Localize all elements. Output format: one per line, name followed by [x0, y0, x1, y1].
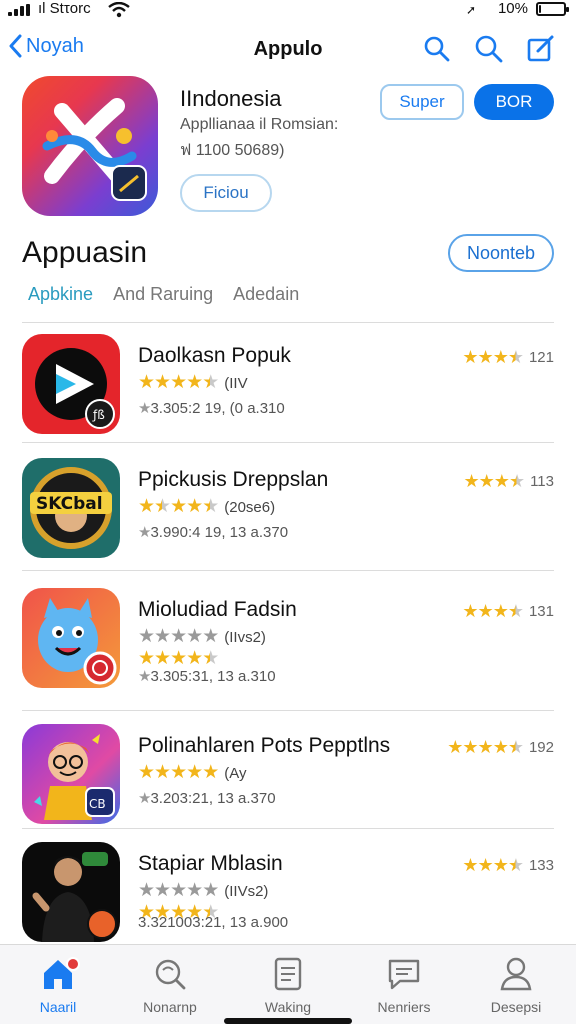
battery-fill	[539, 5, 541, 13]
rating-count: 121	[528, 348, 554, 366]
divider	[22, 322, 554, 323]
see-all-button[interactable]: Noonteb	[448, 234, 554, 272]
featured-app-subtitle: Appllianaa il Romsian:	[180, 116, 339, 133]
tab-details[interactable]: Adedain	[233, 284, 299, 305]
tab-label: Waking	[264, 999, 312, 1015]
tab-label: Nonarnp	[143, 999, 197, 1015]
home-indicator	[224, 1018, 352, 1024]
signal-icon	[8, 4, 32, 16]
tab-apps[interactable]: Apbkine	[28, 284, 93, 305]
tab-label: Nenriers	[377, 999, 431, 1015]
carrier-label: ıl Stτorc	[38, 0, 91, 17]
list-item[interactable]: ƒß Daolkasn Popuk ★ ★ ★ ★ ★ (IIV ★3.305:2 19…	[0, 334, 576, 454]
rating-stars: ★ ★ ★ ★ ★ (IIVs2)	[138, 880, 269, 901]
svg-text:CB: CB	[89, 797, 106, 811]
app-name: Polinahlaren Pots Pepptlns	[138, 734, 391, 757]
app-name: Ppickusis Dreppslan	[138, 468, 329, 491]
app-name: Mioludiad Fadsin	[138, 598, 297, 621]
document-icon	[274, 957, 302, 991]
featured-app-count: ฟ 1100 50689)	[180, 142, 285, 159]
app-meta-text: 3.305:31, 13 a.310	[150, 668, 276, 685]
app-meta: ★3.305:31, 13 a.310	[138, 668, 276, 685]
rating-summary: ★ ★ ★ ★ 113	[463, 471, 554, 491]
rating-stars: ★ ★ ★ ★ ★ (20se6)	[138, 496, 276, 517]
app-meta-text: 3.305:2 19, (0 a.310	[150, 400, 285, 417]
tab-home[interactable]: Naaril	[8, 955, 108, 1015]
wifi-icon	[108, 2, 130, 18]
rating-note: (20se6)	[224, 498, 276, 516]
rating-summary: ★ ★ ★ ★ 121	[462, 347, 554, 367]
app-icon: SKCbal	[22, 458, 120, 558]
rating-count: 113	[530, 472, 554, 490]
rating-note: (Ay	[224, 764, 247, 782]
app-name: Stapiar Mblasin	[138, 852, 283, 875]
rating-stars: ★ ★ ★ ★ ★ (IIV	[138, 372, 248, 393]
app-icon: CB	[22, 724, 120, 824]
rating-stars-secondary: ★ ★ ★ ★ ★	[138, 648, 219, 669]
divider	[22, 570, 554, 571]
location-icon: ➚	[465, 3, 476, 17]
preview-button[interactable]: Ficiou	[180, 174, 272, 212]
notification-badge	[66, 957, 80, 971]
tab-label: Desepsi	[490, 999, 542, 1015]
profile-icon	[500, 957, 532, 991]
app-icon	[22, 588, 120, 688]
rating-count: 192	[528, 738, 554, 756]
app-meta: ★3.990:4 19, 13 a.370	[138, 524, 289, 541]
app-meta: 3.321003:21, 13 a.900	[138, 914, 288, 931]
rating-note: (IIV	[224, 374, 248, 392]
tab-label: Naaril	[39, 999, 77, 1015]
list-item[interactable]: Mioludiad Fadsin ★ ★ ★ ★ ★ (IIvs2) ★ ★ ★ ★ ★ ★3.…	[0, 588, 576, 708]
app-icon: ƒß	[22, 334, 120, 434]
compose-icon[interactable]	[526, 34, 556, 64]
app-meta: ★3.203:21, 13 a.370	[138, 790, 276, 807]
rating-note: (IIVs2)	[224, 882, 269, 900]
battery-percentage: 10%	[497, 0, 528, 17]
message-icon	[388, 959, 420, 990]
list-item[interactable]: SKCbal Ppickusis Dreppslan ★ ★ ★ ★ ★ (20se6)…	[0, 458, 576, 578]
tab-profile[interactable]: Desepsi	[466, 955, 566, 1015]
rating-stars: ★ ★ ★ ★ ★ (IIvs2)	[138, 626, 266, 647]
search-icon	[155, 959, 186, 990]
tab-messages[interactable]: Nenriers	[354, 955, 454, 1015]
get-button[interactable]: BOR	[474, 84, 554, 120]
rating-count: 131	[528, 602, 554, 620]
section-title: Appuasin	[22, 236, 148, 269]
divider	[22, 710, 554, 711]
app-meta: ★3.305:2 19, (0 a.310	[138, 400, 285, 417]
svg-text:SKCbal: SKCbal	[36, 494, 103, 514]
list-item[interactable]: CB Polinahlaren Pots Pepptlns ★ ★ ★ ★ ★ (Ay …	[0, 724, 576, 844]
divider	[22, 442, 554, 443]
rating-summary: ★ ★ ★ ★ ★ 192	[447, 737, 554, 757]
status-bar: ıl Stτorc ➚ 10%	[0, 0, 576, 22]
tab-ranking[interactable]: And Raruing	[113, 284, 213, 305]
app-name: Daolkasn Popuk	[138, 344, 291, 367]
divider	[22, 828, 554, 829]
search-icon[interactable]	[422, 34, 452, 64]
section-tabs: Apbkine And Raruing Adedain	[28, 284, 299, 305]
tab-document[interactable]: Waking	[238, 955, 338, 1015]
featured-app-icon[interactable]	[22, 76, 158, 216]
rating-note: (IIvs2)	[224, 628, 266, 646]
navigation-bar: Noyah Appulo	[0, 26, 576, 74]
rating-summary: ★ ★ ★ ★ 133	[462, 855, 554, 875]
super-button[interactable]: Super	[380, 84, 464, 120]
app-meta-text: 3.321003:21, 13 a.900	[138, 914, 289, 931]
featured-app-title: IIndonesia	[180, 86, 282, 111]
rating-summary: ★ ★ ★ ★ 131	[462, 601, 554, 621]
tab-bar: Naaril Nonarnp Waking Nenriers Desepsi	[0, 944, 576, 1024]
rating-count: 133	[528, 856, 554, 874]
app-icon	[22, 842, 120, 942]
rating-stars: ★ ★ ★ ★ ★ (Ay	[138, 762, 247, 783]
battery-icon	[536, 2, 569, 16]
svg-text:ƒß: ƒß	[92, 408, 105, 422]
app-meta-text: 3.990:4 19, 13 a.370	[150, 524, 289, 541]
search-icon[interactable]	[474, 34, 504, 64]
tab-search[interactable]: Nonarnp	[120, 955, 220, 1015]
app-meta-text: 3.203:21, 13 a.370	[150, 790, 276, 807]
